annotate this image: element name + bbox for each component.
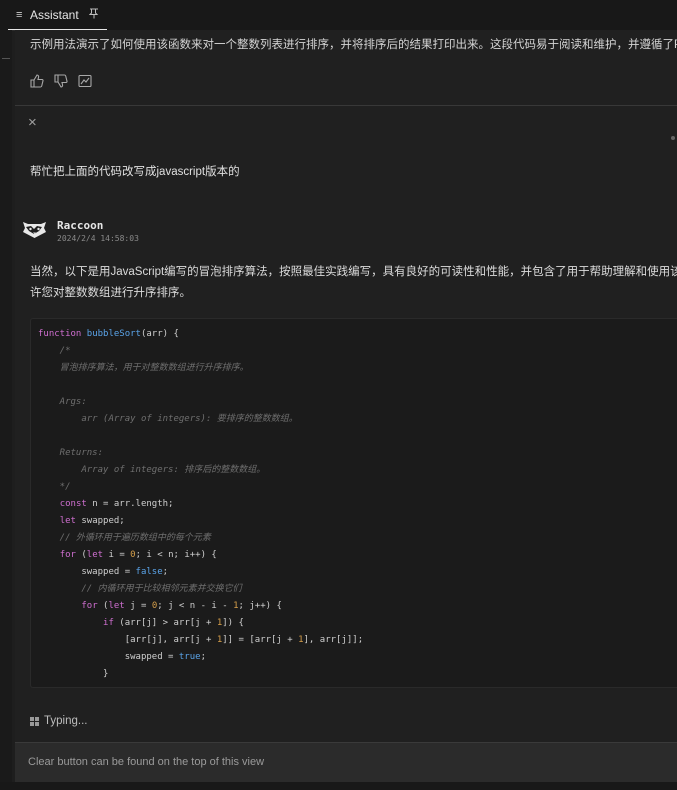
code-line: let swapped; xyxy=(59,516,125,526)
code-line: */ xyxy=(38,482,71,492)
code-block[interactable]: function bubbleSort(arr) { /* 冒泡排序算法，用于对… xyxy=(30,318,677,688)
tab-assistant[interactable]: ≡ Assistant xyxy=(8,0,107,30)
code-line: } xyxy=(38,669,109,679)
code-line: Returns: xyxy=(38,448,104,458)
code-line: for (let j = 0; j < n - i - 1; j++) { xyxy=(81,601,282,611)
code-line: swapped = false; xyxy=(38,567,169,577)
code-line: // 外循环用于遍历数组中的每个元素 xyxy=(38,533,211,543)
thumbs-down-icon[interactable] xyxy=(54,74,68,91)
code-line: swapped = true; xyxy=(38,652,206,662)
insert-icon[interactable] xyxy=(78,74,92,91)
divider xyxy=(15,105,677,106)
menu-icon: ≡ xyxy=(16,9,23,21)
scroll-indicator xyxy=(671,136,675,140)
typing-label: Typing... xyxy=(44,715,88,727)
chat-input[interactable]: Clear button can be found on the top of … xyxy=(15,742,677,782)
message-actions xyxy=(30,74,92,91)
code-line: [arr[j], arr[j + 1]] = [arr[j + 1], arr[… xyxy=(38,635,364,645)
typing-indicator: Typing... xyxy=(30,715,87,727)
pin-icon[interactable] xyxy=(88,8,99,22)
activity-strip xyxy=(0,30,12,790)
code-line: if (arr[j] > arr[j + 1]) { xyxy=(103,618,244,628)
typing-icon xyxy=(30,716,39,726)
previous-message-text: 示例用法演示了如何使用该函数来对一个整数列表进行排序，并将排序后的结果打印出来。… xyxy=(30,39,677,51)
code-content: function bubbleSort(arr) { /* 冒泡排序算法，用于对… xyxy=(38,326,363,683)
code-line: Args: xyxy=(38,397,87,407)
code-line: arr (Array of integers): 要排序的整数数组。 xyxy=(38,414,298,424)
code-line: 冒泡排序算法，用于对整数数组进行升序排序。 xyxy=(38,363,249,373)
thumbs-up-icon[interactable] xyxy=(30,74,44,91)
reply-line: 当然，以下是用JavaScript编写的冒泡排序算法，按照最佳实践编写，具有良好… xyxy=(30,266,677,278)
code-line: function bubbleSort(arr) { xyxy=(38,329,179,339)
chat-input-placeholder: Clear button can be found on the top of … xyxy=(28,756,265,768)
status-bar xyxy=(0,782,677,790)
raccoon-avatar-icon xyxy=(22,219,47,239)
tab-bar: ≡ Assistant xyxy=(0,0,677,31)
code-line: const n = arr.length; xyxy=(59,499,174,509)
code-line: /* xyxy=(38,346,71,356)
assistant-reply: 当然，以下是用JavaScript编写的冒泡排序算法，按照最佳实践编写，具有良好… xyxy=(30,262,677,304)
close-icon[interactable]: × xyxy=(28,114,37,131)
message-timestamp: 2024/2/4 14:58:03 xyxy=(57,234,139,243)
code-line: for (let i = 0; i < n; i++) { xyxy=(59,550,217,560)
code-line: // 内循环用于比较相邻元素并交换它们 xyxy=(38,584,242,594)
reply-line: 许您对整数数组进行升序排序。 xyxy=(30,287,191,299)
user-message: 帮忙把上面的代码改写成javascript版本的 xyxy=(30,166,240,178)
tab-title: Assistant xyxy=(30,7,79,22)
code-line: Array of integers: 排序后的整数数组。 xyxy=(38,465,266,475)
assistant-name: Raccoon xyxy=(57,219,104,232)
